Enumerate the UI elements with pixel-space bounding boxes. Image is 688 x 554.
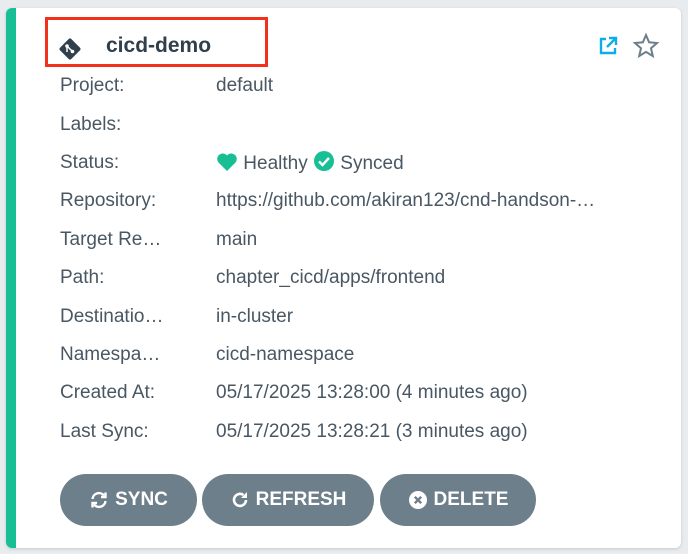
field-value: https://github.com/akiran123/cnd-handson… (216, 190, 596, 211)
check-circle-icon (313, 150, 335, 180)
status-bar (6, 8, 16, 548)
field-row-namespace: Namespa… cicd-namespace (60, 342, 660, 368)
field-row-project: Project: default (60, 73, 660, 99)
refresh-button[interactable]: REFRESH (202, 474, 374, 526)
field-label: Project: (60, 75, 125, 96)
git-icon (58, 37, 82, 61)
app-name[interactable]: cicd-demo (106, 33, 211, 59)
heart-icon (216, 152, 238, 180)
field-label: Created At: (60, 382, 156, 403)
close-circle-icon (408, 491, 427, 509)
field-value: 05/17/2025 13:28:00 (4 minutes ago) (216, 382, 528, 403)
field-value: 05/17/2025 13:28:21 (3 minutes ago) (216, 421, 528, 442)
field-value: in-cluster (216, 306, 294, 327)
field-row-last-sync: Last Sync: 05/17/2025 13:28:21 (3 minute… (60, 419, 660, 445)
field-label: Namespa… (60, 344, 161, 365)
field-row-target-revision: Target Re… main (60, 227, 660, 253)
delete-button[interactable]: DELETE (380, 474, 536, 526)
field-value: default (216, 75, 274, 96)
star-icon[interactable] (632, 32, 660, 60)
field-label: Repository: (60, 190, 157, 211)
refresh-icon (232, 492, 247, 508)
field-label: Path: (60, 267, 105, 288)
external-link-icon[interactable] (596, 34, 620, 58)
field-row-labels: Labels: (60, 112, 660, 138)
field-label: Labels: (60, 114, 122, 135)
field-value: chapter_cicd/apps/frontend (216, 267, 446, 288)
health-status: Healthy (243, 153, 308, 174)
sync-button-label: SYNC (115, 489, 168, 510)
field-row-repository: Repository: https://github.com/akiran123… (60, 188, 660, 214)
status-value: Healthy Synced (216, 150, 642, 180)
field-row-created-at: Created At: 05/17/2025 13:28:00 (4 minut… (60, 380, 660, 406)
field-value: cicd-namespace (216, 344, 355, 365)
application-card[interactable]: cicd-demo Project: default Labels: Statu… (6, 8, 681, 548)
sync-status: Synced (340, 153, 404, 174)
refresh-button-label: REFRESH (255, 489, 347, 510)
field-label: Target Re… (60, 229, 162, 250)
field-row-path: Path: chapter_cicd/apps/frontend (60, 265, 660, 291)
sync-button[interactable]: SYNC (60, 474, 197, 526)
field-value: main (216, 229, 258, 250)
field-row-destination: Destinatio… in-cluster (60, 304, 660, 330)
delete-button-label: DELETE (433, 489, 509, 510)
field-label: Last Sync: (60, 421, 149, 442)
field-label: Destinatio… (60, 306, 164, 327)
field-row-status: Status: Healthy Synced (60, 150, 660, 176)
field-label: Status: (60, 152, 120, 173)
sync-icon (91, 491, 107, 509)
